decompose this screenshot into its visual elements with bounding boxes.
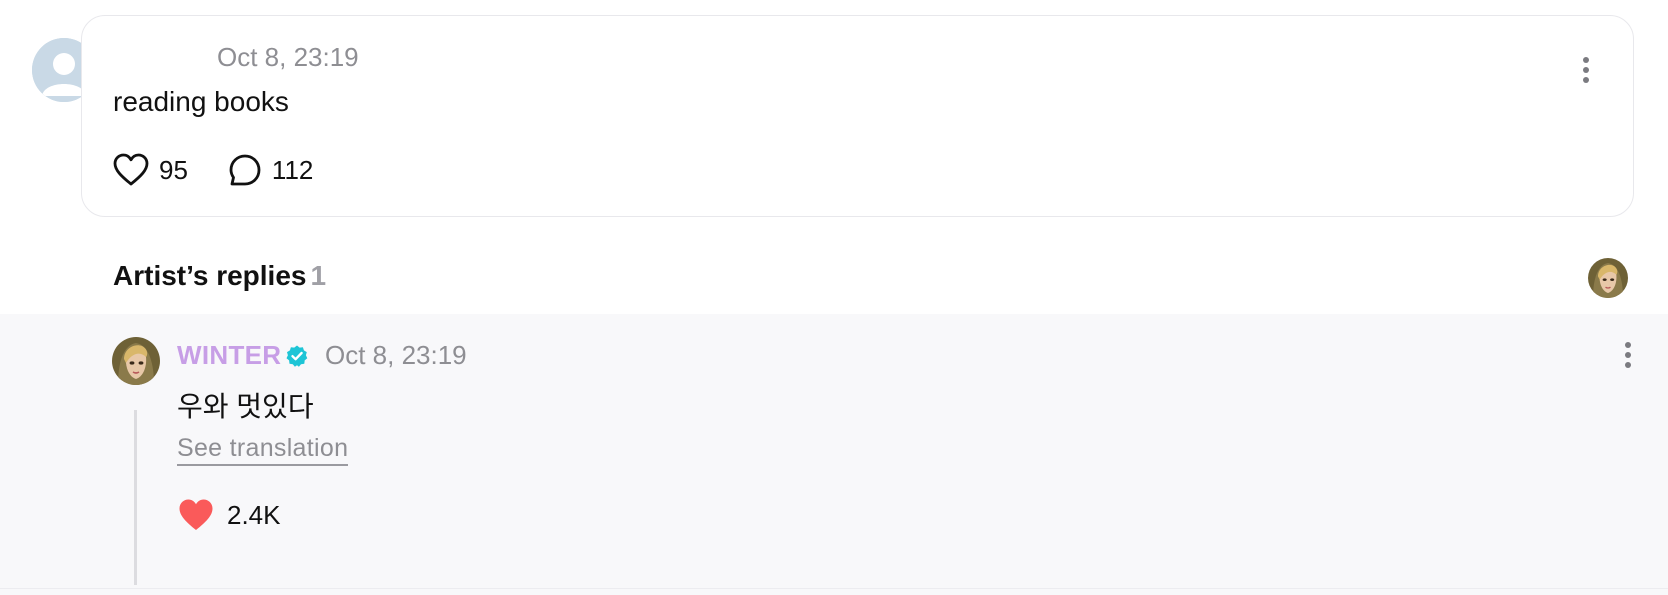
reply-like-count: 2.4K bbox=[227, 499, 281, 530]
thread-line bbox=[134, 410, 137, 585]
post-actions: 95 112 bbox=[113, 153, 313, 187]
speech-bubble-icon bbox=[229, 154, 261, 186]
heart-filled-icon bbox=[179, 499, 213, 530]
reply-timestamp: Oct 8, 23:19 bbox=[325, 340, 467, 370]
comment-thread-page: Oct 8, 23:19 reading books 95 112 Artist… bbox=[0, 0, 1668, 595]
post-more-options-icon[interactable] bbox=[1576, 55, 1596, 85]
post-timestamp: Oct 8, 23:19 bbox=[217, 42, 359, 72]
artist-avatar[interactable] bbox=[112, 337, 160, 385]
heart-outline-icon bbox=[113, 153, 149, 186]
see-translation-link[interactable]: See translation bbox=[177, 434, 349, 466]
artist-replies-title: Artist’s replies bbox=[113, 260, 307, 291]
like-count: 95 bbox=[159, 154, 188, 185]
artist-replies-heading: Artist’s replies 1 bbox=[113, 260, 326, 292]
like-button[interactable]: 95 bbox=[113, 153, 188, 187]
verified-badge-icon bbox=[286, 345, 308, 367]
reply-text: 우와 멋있다 bbox=[177, 391, 314, 422]
reply-more-options-icon[interactable] bbox=[1618, 340, 1638, 370]
post-text: reading books bbox=[113, 86, 289, 117]
divider bbox=[0, 588, 1668, 589]
artist-avatar-thumbnail[interactable] bbox=[1588, 258, 1628, 298]
artist-portrait-icon bbox=[112, 337, 160, 385]
artist-replies-count: 1 bbox=[310, 260, 327, 291]
reply-like-button[interactable]: 2.4K bbox=[177, 498, 281, 532]
artist-reply: WINTER Oct 8, 23:19 우와 멋있다 See translati… bbox=[0, 314, 1668, 595]
artist-name[interactable]: WINTER bbox=[177, 340, 281, 371]
comment-count: 112 bbox=[271, 154, 314, 185]
artist-portrait-icon bbox=[1588, 258, 1628, 298]
post-card: Oct 8, 23:19 reading books 95 112 bbox=[81, 15, 1634, 217]
comment-button[interactable]: 112 bbox=[228, 153, 313, 187]
